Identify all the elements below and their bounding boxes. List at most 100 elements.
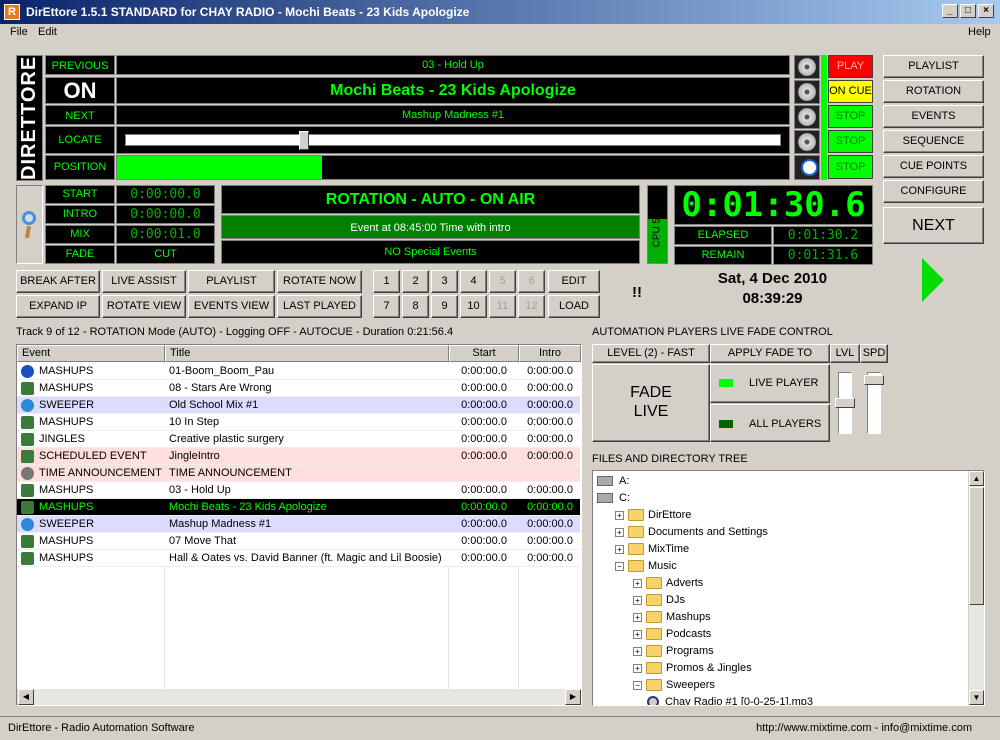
table-row[interactable]: MASHUPS 07 Move That 0:00:00.0 0:00:00.0 xyxy=(17,533,580,550)
slot-9-button[interactable]: 9 xyxy=(431,295,458,318)
expand-icon[interactable]: + xyxy=(615,544,624,554)
expand-icon[interactable]: + xyxy=(615,510,624,520)
music-icon xyxy=(21,552,34,565)
mix-label: MIX xyxy=(45,225,115,244)
slot-11-button[interactable]: 11 xyxy=(489,295,516,318)
live-assist-button[interactable]: LIVE ASSIST xyxy=(102,270,186,293)
locate-slider-thumb[interactable] xyxy=(299,131,310,150)
table-row[interactable]: SWEEPER Old School Mix #1 0:00:00.0 0:00:00… xyxy=(17,397,580,414)
cue-points-button[interactable]: CUE POINTS xyxy=(883,155,984,178)
expand-ip-button[interactable]: EXPAND IP xyxy=(16,295,100,318)
collapse-icon[interactable]: − xyxy=(615,561,624,571)
events-button[interactable]: EVENTS xyxy=(883,105,984,128)
fade-live-button[interactable]: FADE LIVE xyxy=(592,364,710,442)
table-row[interactable]: MASHUPS Mochi Beats - 23 Kids Apologize 0:… xyxy=(17,499,580,516)
lvl-slider-thumb[interactable] xyxy=(835,398,855,408)
table-row[interactable]: MASHUPS 08 - Stars Are Wrong 0:00:00.0 0:00… xyxy=(17,380,580,397)
slot-12-button[interactable]: 12 xyxy=(518,295,545,318)
play-arrow-icon[interactable] xyxy=(922,258,944,302)
close-button[interactable]: × xyxy=(978,4,994,18)
table-row[interactable]: SWEEPER Mashup Madness #1 0:00:00.0 0:00:00… xyxy=(17,516,580,533)
sequence-button[interactable]: SEQUENCE xyxy=(883,130,984,153)
slot-2-button[interactable]: 2 xyxy=(402,270,429,293)
lvl-slider[interactable] xyxy=(830,364,860,442)
tree-item[interactable]: + Promos & Jingles xyxy=(633,660,752,677)
slot-1-button[interactable]: 1 xyxy=(373,270,400,293)
mode-status: ROTATION - AUTO - ON AIR xyxy=(221,185,640,214)
table-row[interactable]: JINGLES Creative plastic surgery 0:00:00.0… xyxy=(17,431,580,448)
rotate-view-button[interactable]: ROTATE VIEW xyxy=(102,295,186,318)
events-view-button[interactable]: EVENTS VIEW xyxy=(188,295,275,318)
rotation-button[interactable]: ROTATION xyxy=(883,80,984,103)
play-button[interactable]: PLAY xyxy=(828,55,873,78)
stop-button[interactable]: STOP xyxy=(828,130,873,153)
last-played-button[interactable]: LAST PLAYED xyxy=(277,295,362,318)
column-title[interactable]: Title xyxy=(165,345,449,362)
table-row[interactable]: SCHEDULED EVENT JingleIntro 0:00:00.0 0:00:… xyxy=(17,448,580,465)
slot-3-button[interactable]: 3 xyxy=(431,270,458,293)
playlist-table[interactable]: Event Title Start Intro MASHUPS 01-Boom_B… xyxy=(16,344,582,706)
expand-icon[interactable]: + xyxy=(633,629,642,639)
slot-5-button[interactable]: 5 xyxy=(489,270,516,293)
tree-item[interactable]: + Mashups xyxy=(633,609,711,626)
expand-icon[interactable]: + xyxy=(633,612,642,622)
tree-item[interactable]: − Music xyxy=(615,558,677,575)
table-row[interactable]: MASHUPS 10 In Step 0:00:00.0 0:00:00.0 xyxy=(17,414,580,431)
tree-vscrollbar[interactable]: ▲ ▼ xyxy=(968,471,984,705)
collapse-icon[interactable]: − xyxy=(633,680,642,690)
live-player-option[interactable]: LIVE PLAYER xyxy=(710,364,830,403)
tree-item[interactable]: − Sweepers xyxy=(633,677,715,694)
break-after-button[interactable]: BREAK AFTER xyxy=(16,270,100,293)
spd-slider[interactable] xyxy=(860,364,888,442)
configure-button[interactable]: CONFIGURE xyxy=(883,180,984,203)
locate-track[interactable] xyxy=(125,134,781,146)
menu-help[interactable]: Help xyxy=(968,26,991,38)
cell-event: MASHUPS xyxy=(39,535,94,547)
tree-item[interactable]: + Podcasts xyxy=(633,626,711,643)
tree-item[interactable]: + MixTime xyxy=(615,541,689,558)
tree-item[interactable]: A: xyxy=(597,473,629,490)
playlist-view-button[interactable]: PLAYLIST xyxy=(188,270,275,293)
tree-item[interactable]: + Documents and Settings xyxy=(615,524,768,541)
maximize-button[interactable]: □ xyxy=(960,4,976,18)
slot-7-button[interactable]: 7 xyxy=(373,295,400,318)
stop-button[interactable]: STOP xyxy=(828,155,873,179)
minimize-button[interactable]: _ xyxy=(942,4,958,18)
column-start[interactable]: Start xyxy=(449,345,519,362)
tree-item[interactable]: C: xyxy=(597,490,630,507)
all-players-option[interactable]: ALL PLAYERS xyxy=(710,404,830,442)
load-button[interactable]: LOAD xyxy=(548,295,600,318)
table-row[interactable]: MASHUPS 01-Boom_Boom_Pau 0:00:00.0 0:00:00.… xyxy=(17,363,580,380)
tree-item[interactable]: + Programs xyxy=(633,643,714,660)
tree-item[interactable]: + DJs xyxy=(633,592,685,609)
stop-button[interactable]: STOP xyxy=(828,105,873,128)
edit-button[interactable]: EDIT xyxy=(548,270,600,293)
tree-item[interactable]: Chay Radio #1 [0-0-25-1].mp3 xyxy=(647,694,813,705)
directory-tree[interactable]: A: C: + DirEttore + Documents and Settings + Mi… xyxy=(592,470,985,706)
slot-4-button[interactable]: 4 xyxy=(460,270,487,293)
tree-item[interactable]: + Adverts xyxy=(633,575,703,592)
oncue-button[interactable]: ON CUE xyxy=(828,80,873,103)
slot-6-button[interactable]: 6 xyxy=(518,270,545,293)
menu-file[interactable]: File xyxy=(10,26,28,38)
table-row[interactable]: MASHUPS 03 - Hold Up 0:00:00.0 0:00:00.0 xyxy=(17,482,580,499)
expand-icon[interactable]: + xyxy=(633,663,642,673)
table-row[interactable]: MASHUPS Hall & Oates vs. David Banner (ft… xyxy=(17,550,580,567)
spd-slider-thumb[interactable] xyxy=(864,374,884,385)
column-event[interactable]: Event xyxy=(17,345,165,362)
expand-icon[interactable]: + xyxy=(633,578,642,588)
playlist-button[interactable]: PLAYLIST xyxy=(883,55,984,78)
menu-edit[interactable]: Edit xyxy=(38,26,57,38)
next-button[interactable]: NEXT xyxy=(883,207,984,244)
slot-8-button[interactable]: 8 xyxy=(402,295,429,318)
expand-icon[interactable]: + xyxy=(633,595,642,605)
expand-icon[interactable]: + xyxy=(633,646,642,656)
rotate-now-button[interactable]: ROTATE NOW xyxy=(277,270,362,293)
table-row[interactable]: TIME ANNOUNCEMENT TIME ANNOUNCEMENT xyxy=(17,465,580,482)
expand-icon[interactable]: + xyxy=(615,527,624,537)
search-icon[interactable] xyxy=(16,185,43,264)
column-intro[interactable]: Intro xyxy=(519,345,581,362)
tree-item[interactable]: + DirEttore xyxy=(615,507,691,524)
slot-10-button[interactable]: 10 xyxy=(460,295,487,318)
playlist-hscrollbar[interactable]: ◀ ▶ xyxy=(17,689,581,705)
